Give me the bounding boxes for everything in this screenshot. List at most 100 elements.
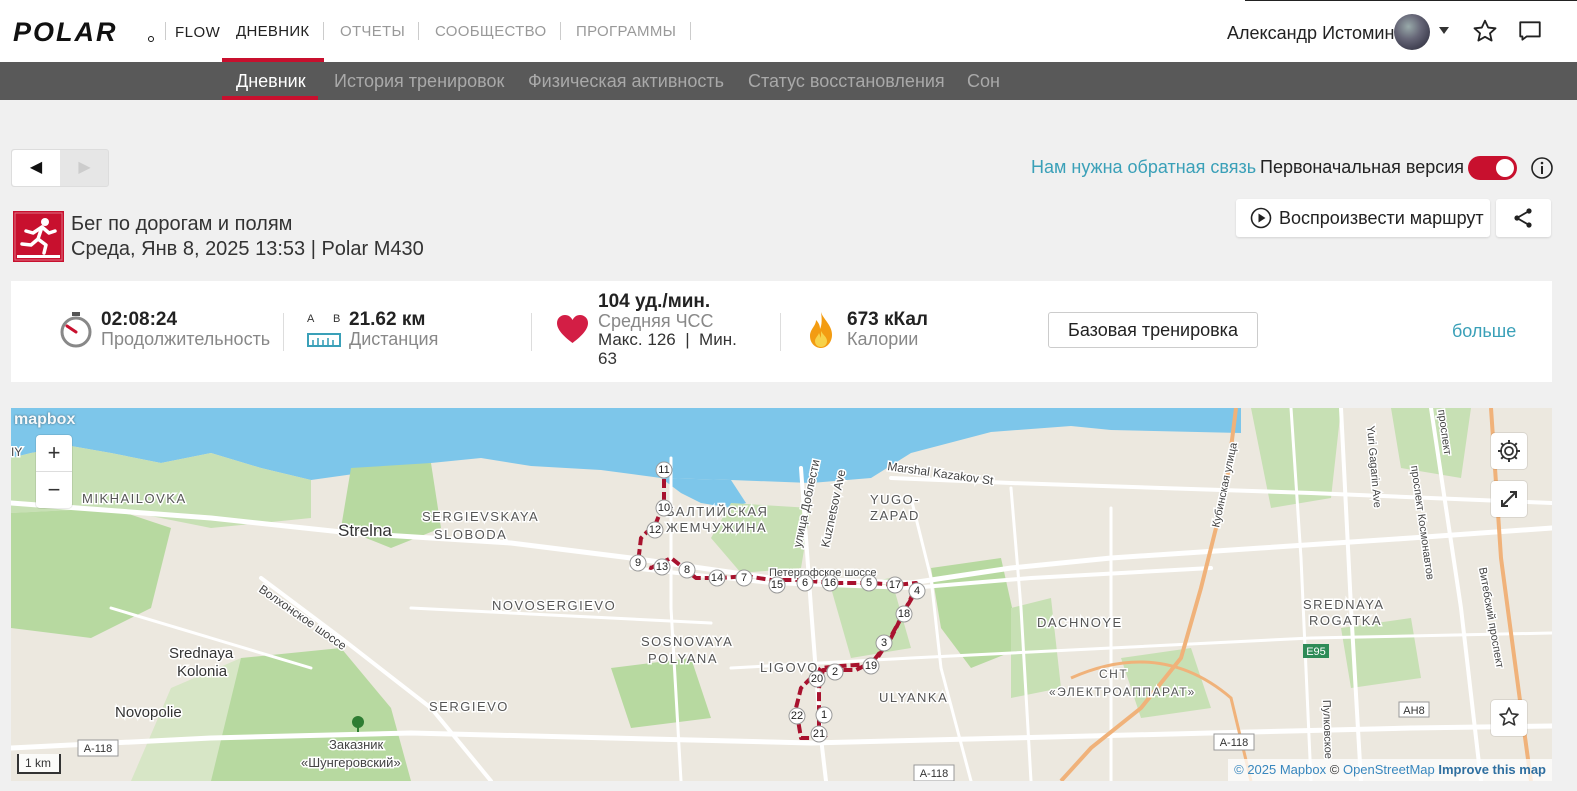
km-marker: 9 [629,554,647,572]
label-sergievo: SERGIEVO [429,699,509,714]
subnav-diary[interactable]: Дневник [236,71,306,92]
zoom-out-button[interactable]: − [36,472,72,508]
km-marker-label: 22 [791,710,803,722]
hr-label: Средняя ЧСС [598,311,714,331]
subnav-active-indicator [222,96,318,100]
attribution-separator: © [1329,762,1340,777]
km-marker-label: 12 [649,524,661,536]
label-polyana: POLYANA [648,651,718,666]
star-icon[interactable] [1472,18,1498,44]
label-mikhailovka: MIKHAILOVKA [82,491,187,506]
subnav-recovery[interactable]: Статус восстановления [748,71,945,92]
map-settings-button[interactable] [1491,433,1527,469]
km-marker-label: 6 [802,577,808,589]
km-marker: 11 [655,461,673,479]
running-icon [13,211,64,262]
play-route-button[interactable]: Воспроизвести маршрут [1236,199,1490,237]
more-link[interactable]: больше [1452,321,1516,342]
stats-panel: 02:08:24 Продолжительность A B 21.62 км … [11,281,1552,382]
shield-a118-3: A-118 [1220,737,1249,749]
km-marker: 15 [768,576,786,594]
km-marker-label: 3 [881,637,887,649]
label-srednaya: Srednaya [169,645,234,662]
km-marker: 4 [908,582,926,600]
label-ulyanka: ULYANKA [879,690,948,705]
km-marker: 5 [860,574,878,592]
chevron-down-icon[interactable] [1439,27,1449,34]
play-icon [1250,207,1272,229]
calories-value: 673 кКал [847,309,928,330]
route-map[interactable]: MIKHAILOVKA Strelna SERGIEVSKAYA SLOBODA… [11,408,1552,781]
label-kubinskaya: Кубинская улица [1210,441,1240,529]
top-border-line [1245,0,1577,1]
label-kolonia: Kolonia [177,663,228,680]
flow-label: FLOW [175,24,221,41]
label-srednaya-r1: SREDNAYA [1303,597,1385,612]
subnav-activity[interactable]: Физическая активность [528,71,724,92]
km-marker-label: 7 [741,572,747,584]
polar-logo[interactable]: POLAR [13,19,155,45]
nav-programs[interactable]: ПРОГРАММЫ [576,23,676,40]
subnav-training-history[interactable]: История тренировок [334,71,504,92]
map-favorite-button[interactable] [1491,700,1527,736]
hr-min: 63 [598,349,617,368]
user-name[interactable]: Александр Истомин [1227,23,1394,44]
nav-community[interactable]: СООБЩЕСТВО [435,23,546,40]
message-icon[interactable] [1517,18,1543,44]
label-srednaya-r2: ROGATKA [1309,613,1382,628]
km-marker: 19 [862,657,880,675]
km-marker: 1 [815,706,833,724]
shield-ah8: AH8 [1403,705,1424,717]
next-button[interactable]: ▶ [61,150,108,186]
feedback-link[interactable]: Нам нужна обратная связь [1031,157,1256,178]
top-bar: POLAR FLOW ДНЕВНИК ОТЧЕТЫ СООБЩЕСТВО ПРО… [0,0,1577,62]
prev-button[interactable]: ◀ [12,150,60,186]
map-canvas[interactable]: MIKHAILOVKA Strelna SERGIEVSKAYA SLOBODA… [11,408,1552,781]
distance-b-label: B [333,313,341,325]
map-scale: 1 km [17,754,61,774]
heart-icon [557,315,588,343]
improve-map-link[interactable]: Improve this map [1438,762,1546,777]
label-kosmonavt: проспект Космонавтов [1408,465,1436,581]
base-training-button[interactable]: Базовая тренировка [1048,312,1258,348]
km-marker: 3 [875,634,893,652]
km-marker-label: 19 [865,660,877,672]
fullscreen-button[interactable] [1491,481,1527,517]
flame-icon [810,312,832,348]
original-version-toggle[interactable] [1468,156,1517,180]
duration-label: Продолжительность [101,329,271,349]
zoom-in-button[interactable]: + [36,435,72,472]
label-sloboda: SLOBODA [434,527,507,542]
km-marker-label: 2 [832,666,838,678]
distance-value: 21.62 км [349,309,426,330]
calories-label: Калории [847,329,919,349]
km-marker: 7 [735,569,753,587]
mapbox-logo[interactable]: mapbox [14,411,75,429]
original-version-label: Первоначальная версия [1260,157,1465,177]
avatar[interactable] [1394,14,1430,50]
nav-separator [690,22,691,40]
km-marker-label: 21 [813,728,825,740]
nav-diary[interactable]: ДНЕВНИК [236,23,309,40]
shield-a118-1: A-118 [84,743,113,755]
label-zapad: ZAPAD [870,508,920,523]
share-icon [1514,208,1532,228]
logo-separator [165,22,166,40]
km-marker: 20 [808,670,826,688]
share-button[interactable] [1496,199,1551,237]
label-iy: IY [11,445,22,459]
subnav-sleep[interactable]: Сон [967,71,1000,92]
km-marker: 22 [788,707,806,725]
label-baltic-1: БАЛТИЙСКАЯ [666,504,768,519]
km-marker-label: 16 [824,577,836,589]
osm-attribution-link[interactable]: OpenStreetMap [1343,762,1435,777]
mapbox-attribution-link[interactable]: © 2025 Mapbox [1234,762,1326,777]
km-marker: 14 [708,569,726,587]
distance-a-label: A [307,313,315,325]
km-marker-label: 8 [684,564,690,576]
nav-reports[interactable]: ОТЧЕТЫ [340,23,405,40]
label-zakaznik-1: Заказник [329,737,384,752]
label-dachnoye: DACHNOYE [1037,615,1123,630]
info-icon[interactable] [1530,156,1554,180]
km-marker: 12 [646,521,664,539]
